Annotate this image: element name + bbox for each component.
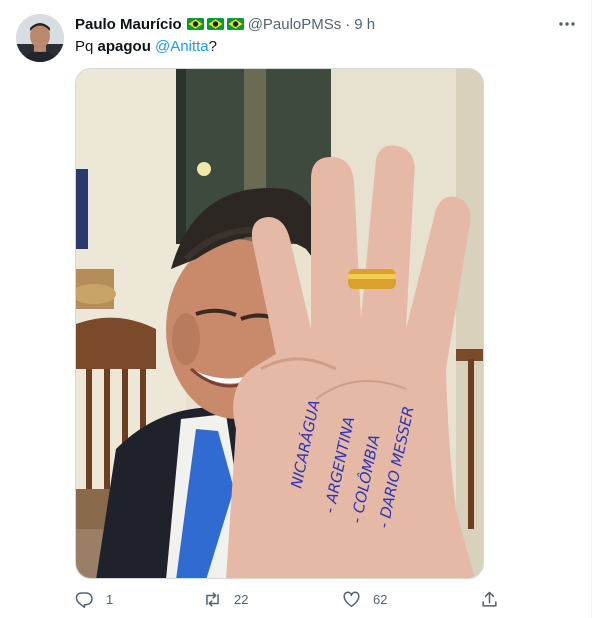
retweet-icon [206,592,219,607]
text-prefix: Pq [75,38,98,55]
photo-image: NICARÁGUA - ARGENTINA - COLÔMBIA - DARIO… [76,69,483,578]
avatar[interactable] [16,14,64,62]
reply-button[interactable]: 1 [75,590,113,609]
retweet-count: 22 [234,592,249,607]
tweet-photo[interactable]: NICARÁGUA - ARGENTINA - COLÔMBIA - DARIO… [75,68,484,579]
reply-icon [75,592,93,609]
reply-count: 1 [106,592,114,607]
mention-link[interactable]: @Anitta [155,38,209,55]
more-icon [559,22,575,26]
author-handle[interactable]: @PauloPMSs [248,16,342,33]
more-options-button[interactable] [557,14,577,34]
text-suffix: ? [208,38,217,55]
tweet-header: Paulo Maurício @PauloPMSs · 9 h [75,14,375,34]
brazil-flag-icon [206,18,224,30]
like-button[interactable]: 62 [342,590,387,609]
brazil-flag-icon [186,18,204,30]
author-flags [186,18,244,30]
brazil-flag-icon [226,18,244,30]
separator-dot: · [345,15,351,33]
author-name[interactable]: Paulo Maurício [75,16,182,33]
tweet-text: Pq apagou @Anitta? [75,37,217,57]
like-count: 62 [373,592,388,607]
timeline-border [591,0,592,618]
avatar-image [16,14,64,62]
tweet-actions: 1 22 62 [75,590,505,614]
share-icon [482,591,497,607]
retweet-button[interactable]: 22 [203,590,248,609]
heart-icon [343,591,360,607]
share-button[interactable] [480,590,499,609]
tweet-time[interactable]: 9 h [354,16,375,33]
text-bold: apagou [97,38,151,55]
